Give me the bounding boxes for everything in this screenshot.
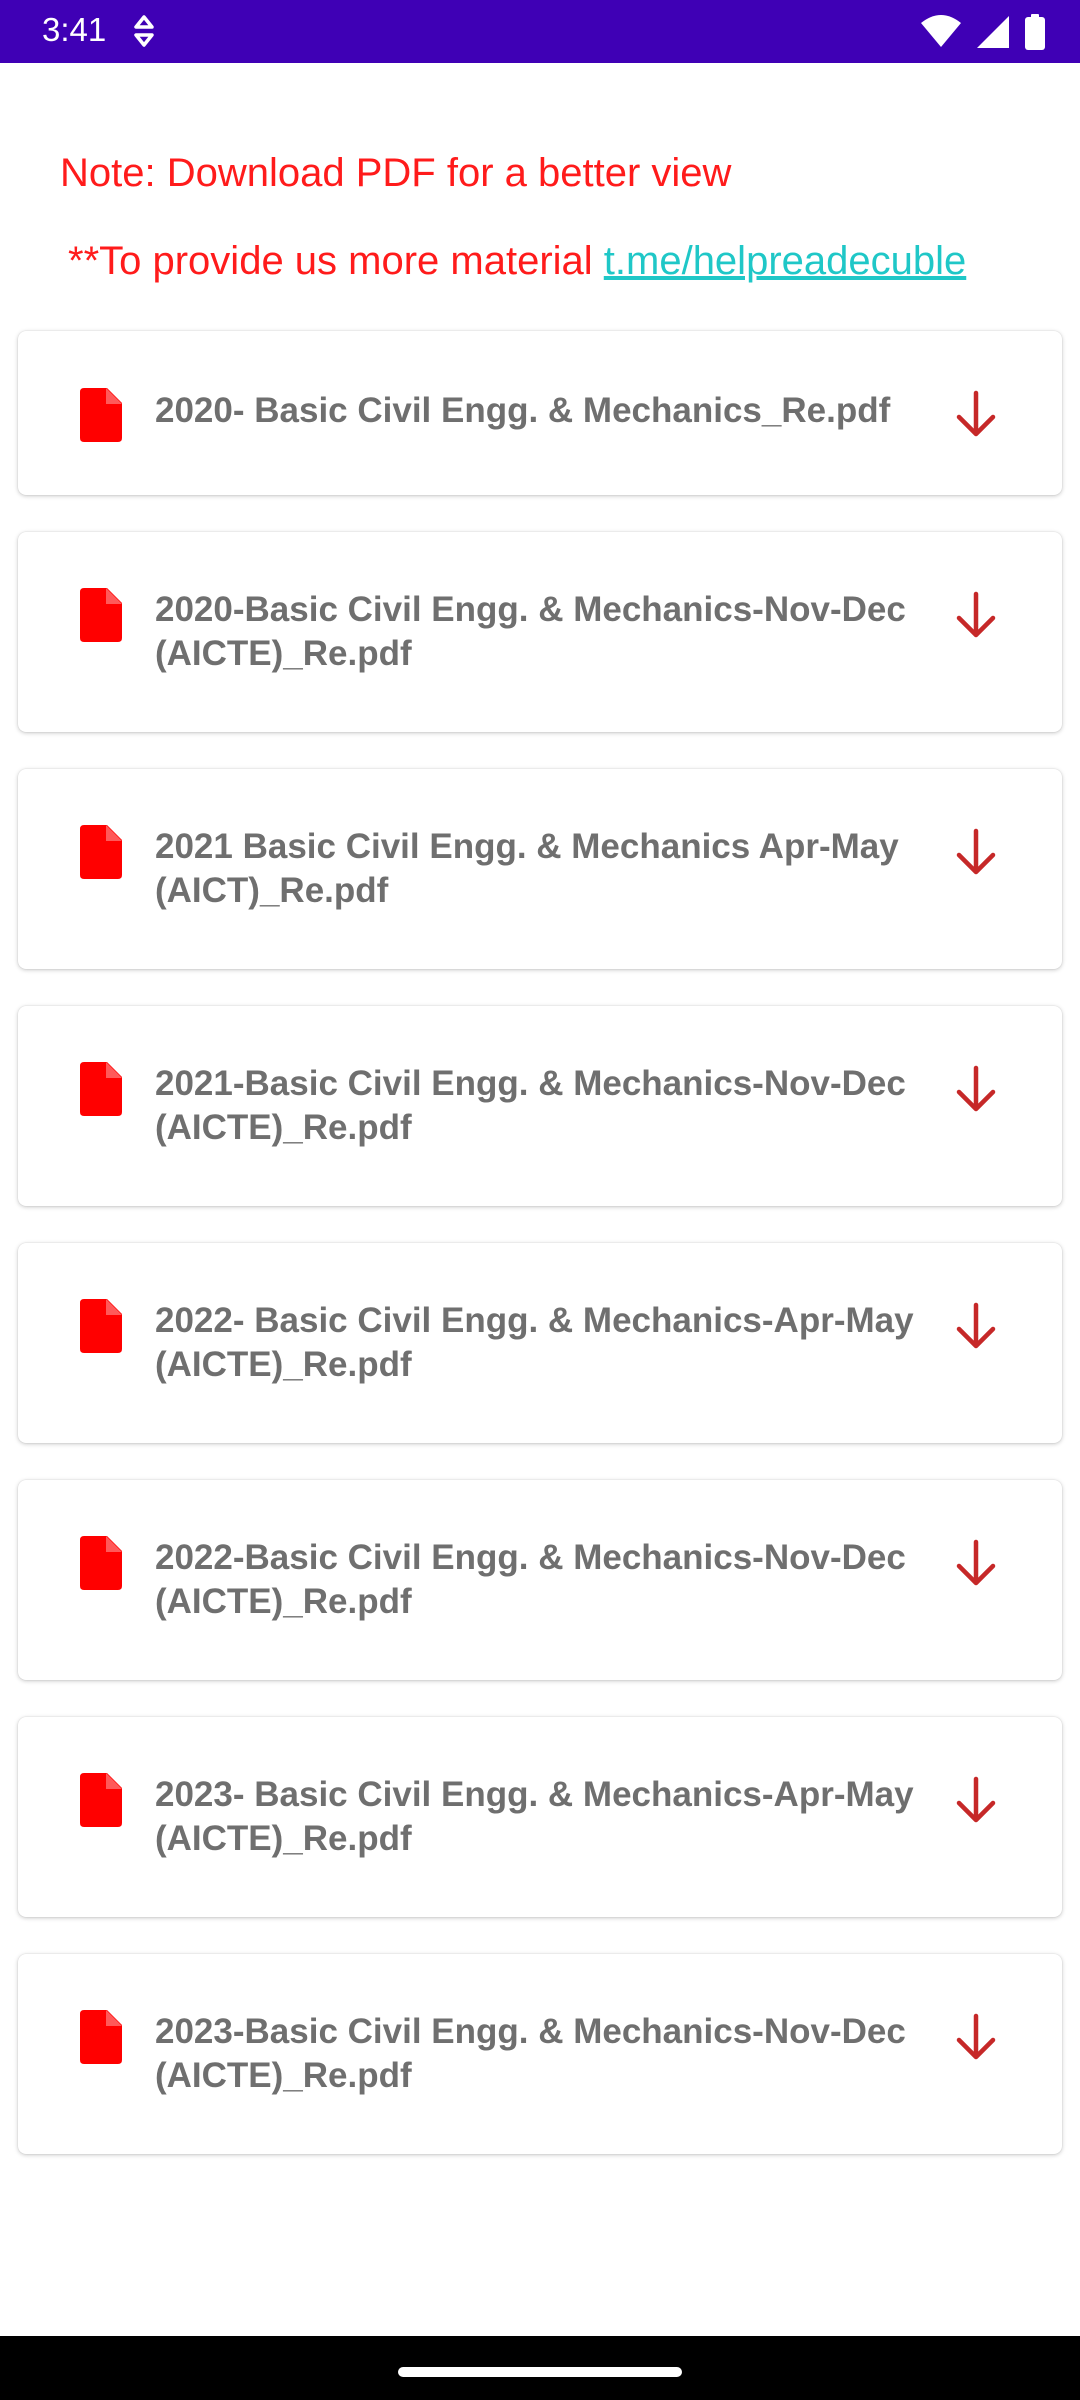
download-arrow-icon[interactable] (949, 1773, 1003, 1827)
navigation-bar (0, 2336, 1080, 2400)
download-arrow-icon[interactable] (949, 387, 1003, 441)
pdf-file-icon (80, 2010, 122, 2064)
file-card[interactable]: 2020- Basic Civil Engg. & Mechanics_Re.p… (18, 331, 1062, 495)
download-arrow-icon[interactable] (949, 825, 1003, 879)
file-name: 2022-Basic Civil Engg. & Mechanics-Nov-D… (155, 1538, 906, 1621)
pdf-file-icon (80, 588, 122, 642)
data-saver-icon (130, 14, 158, 48)
file-card[interactable]: 2020-Basic Civil Engg. & Mechanics-Nov-D… (18, 532, 1062, 732)
telegram-link[interactable]: t.me/helpreadecuble (604, 239, 966, 283)
pdf-file-icon (80, 1299, 122, 1353)
signal-icon (976, 15, 1010, 49)
file-name: 2022- Basic Civil Engg. & Mechanics-Apr-… (155, 1301, 914, 1384)
download-arrow-icon[interactable] (949, 1062, 1003, 1116)
file-card[interactable]: 2021-Basic Civil Engg. & Mechanics-Nov-D… (18, 1006, 1062, 1206)
file-name: 2020-Basic Civil Engg. & Mechanics-Nov-D… (155, 590, 906, 673)
file-card[interactable]: 2023-Basic Civil Engg. & Mechanics-Nov-D… (18, 1954, 1062, 2154)
pdf-file-icon (80, 1773, 122, 1827)
file-name: 2021-Basic Civil Engg. & Mechanics-Nov-D… (155, 1064, 906, 1147)
file-card[interactable]: 2022- Basic Civil Engg. & Mechanics-Apr-… (18, 1243, 1062, 1443)
status-bar: 3:41 (0, 0, 1080, 63)
download-arrow-icon[interactable] (949, 1299, 1003, 1353)
file-card[interactable]: 2023- Basic Civil Engg. & Mechanics-Apr-… (18, 1717, 1062, 1917)
download-arrow-icon[interactable] (949, 2010, 1003, 2064)
download-arrow-icon[interactable] (949, 1536, 1003, 1590)
pdf-file-icon (80, 825, 122, 879)
file-name: 2023- Basic Civil Engg. & Mechanics-Apr-… (155, 1775, 914, 1858)
pdf-file-icon (80, 1062, 122, 1116)
pdf-file-icon (80, 1536, 122, 1590)
file-name: 2023-Basic Civil Engg. & Mechanics-Nov-D… (155, 2012, 906, 2095)
home-gesture-handle[interactable] (398, 2367, 682, 2377)
file-name: 2021 Basic Civil Engg. & Mechanics Apr-M… (155, 827, 899, 910)
file-list: 2020- Basic Civil Engg. & Mechanics_Re.p… (18, 331, 1062, 2191)
provide-prefix: **To provide us more material (68, 239, 604, 283)
status-time: 3:41 (42, 11, 107, 48)
file-card[interactable]: 2021 Basic Civil Engg. & Mechanics Apr-M… (18, 769, 1062, 969)
file-name: 2020- Basic Civil Engg. & Mechanics_Re.p… (155, 391, 891, 430)
wifi-icon (920, 15, 962, 49)
status-icons (920, 12, 1046, 52)
pdf-file-icon (80, 388, 122, 442)
provide-line: **To provide us more material t.me/helpr… (68, 236, 966, 286)
file-card[interactable]: 2022-Basic Civil Engg. & Mechanics-Nov-D… (18, 1480, 1062, 1680)
download-arrow-icon[interactable] (949, 588, 1003, 642)
battery-icon (1024, 14, 1046, 50)
note-text: Note: Download PDF for a better view (60, 151, 732, 195)
